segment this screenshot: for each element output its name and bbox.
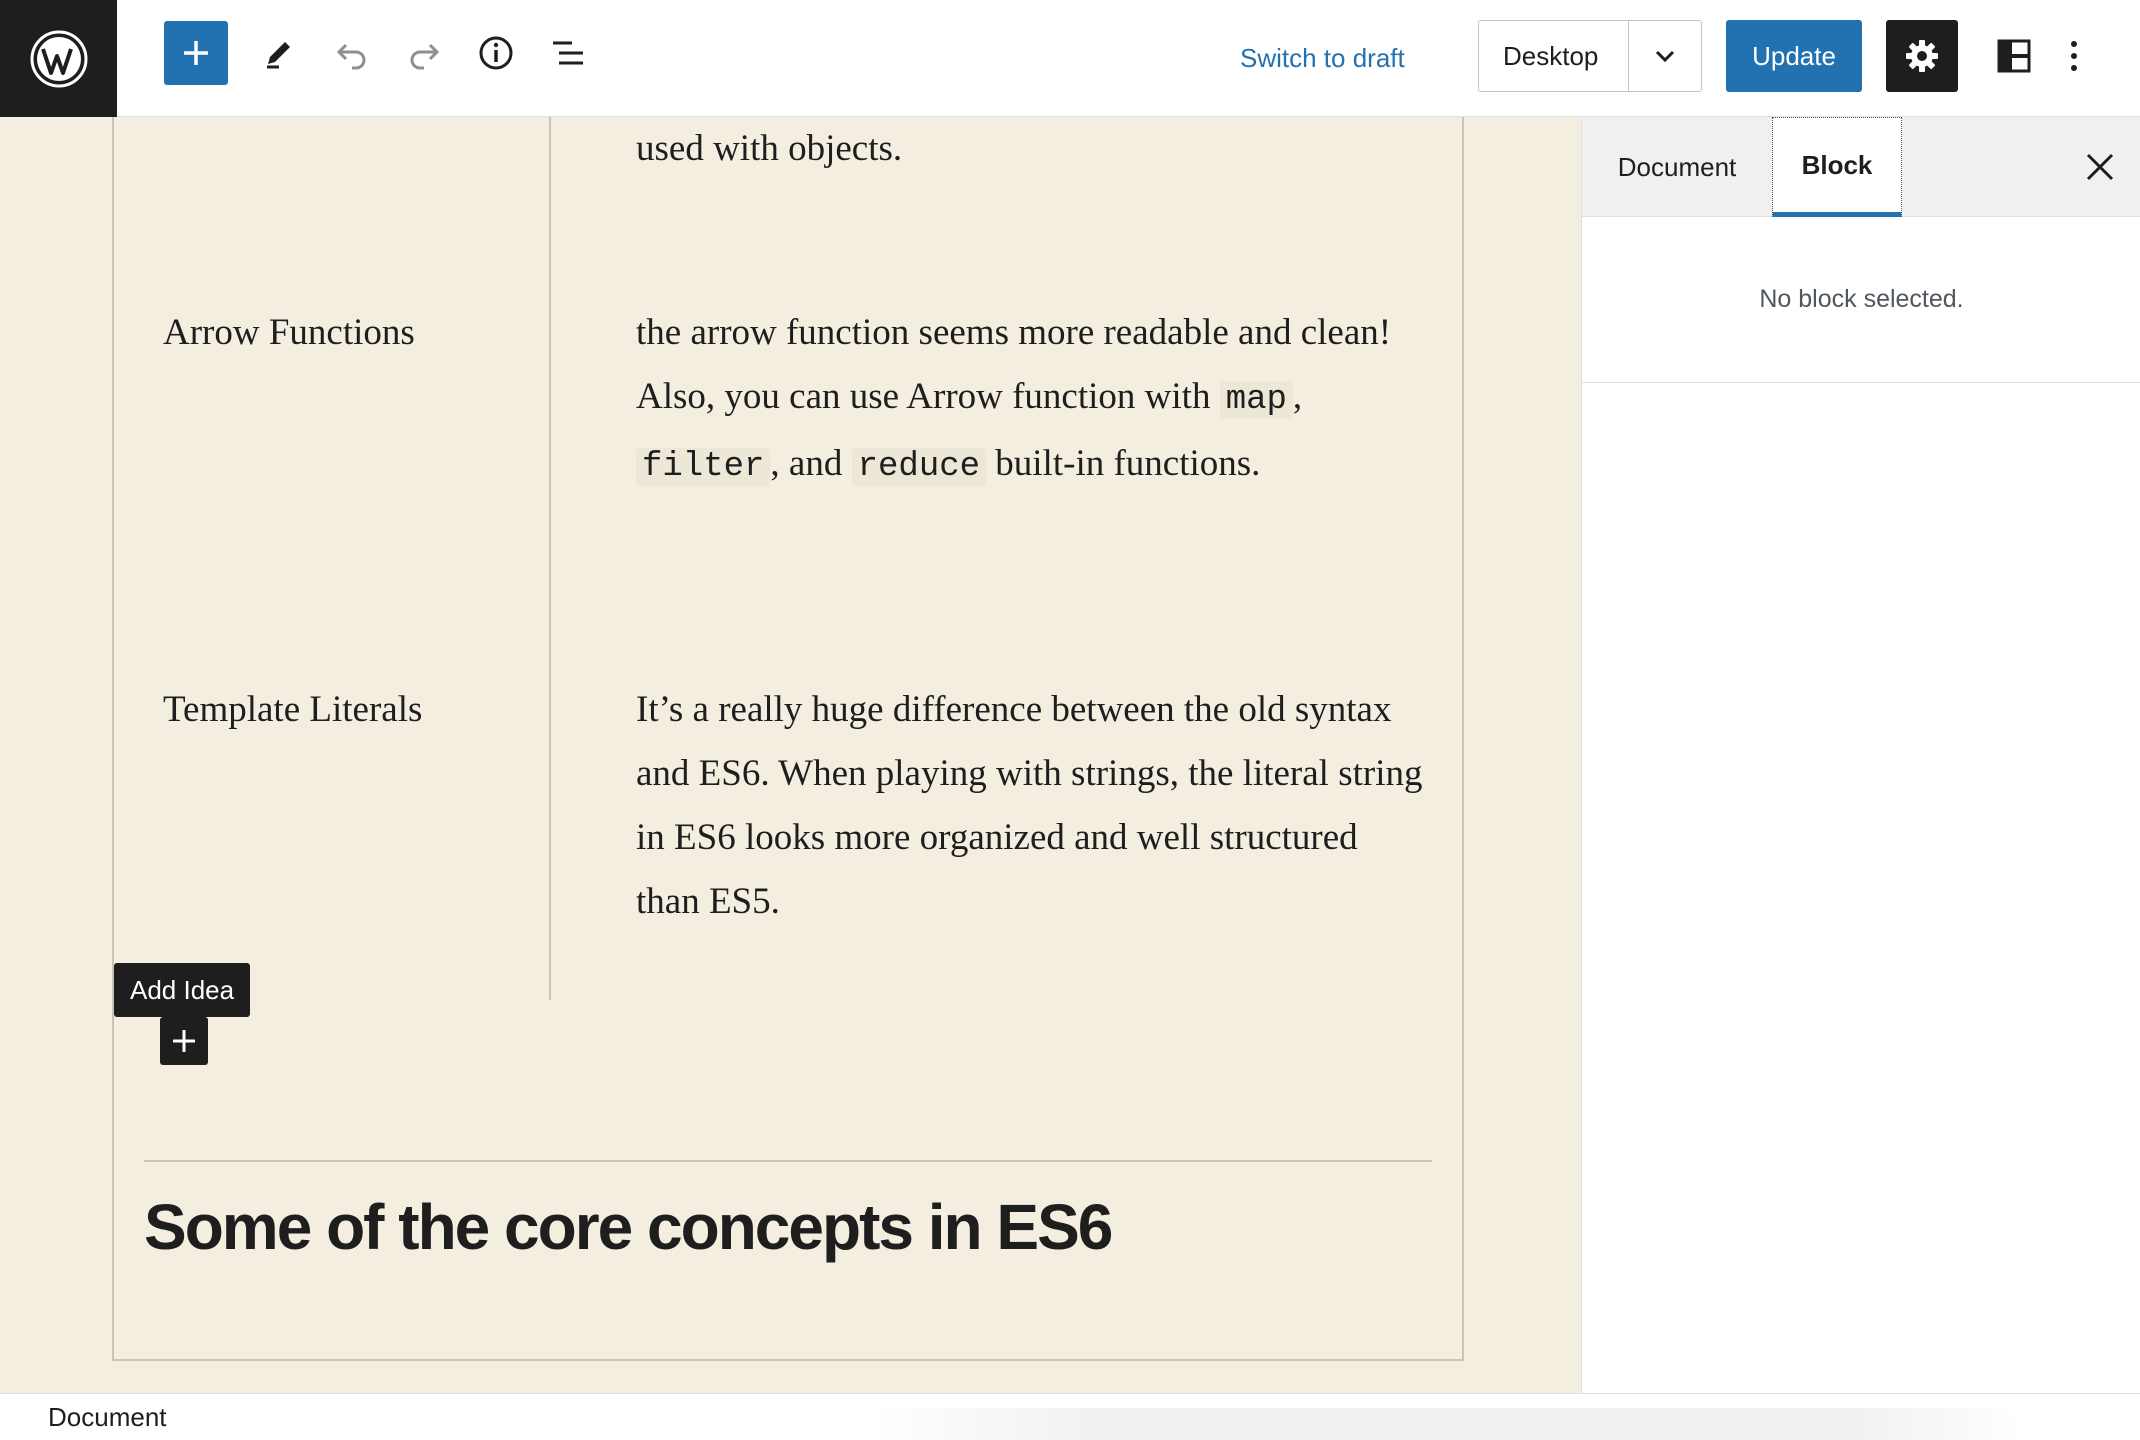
info-icon: [479, 36, 513, 70]
list-view-icon: [553, 41, 583, 65]
inline-code: filter: [636, 448, 771, 486]
redo-button[interactable]: [392, 21, 456, 85]
column-divider: [549, 117, 551, 1000]
separator-line: [144, 1160, 1432, 1162]
undo-icon: [336, 43, 366, 70]
tab-document[interactable]: Document: [1582, 117, 1772, 217]
section-heading[interactable]: Some of the core concepts in ES6: [144, 1182, 1113, 1272]
cell-text[interactable]: the arrow function seems more readable a…: [636, 301, 1426, 499]
sidebar-tabs: Document Block: [1582, 117, 2140, 217]
tools-button[interactable]: [247, 21, 311, 85]
update-button[interactable]: Update: [1726, 20, 1862, 92]
cell-text[interactable]: It’s a really huge difference between th…: [636, 678, 1426, 934]
tab-block[interactable]: Block: [1772, 117, 1902, 217]
redo-icon: [410, 43, 440, 70]
switch-to-draft-button[interactable]: Switch to draft: [1240, 38, 1405, 78]
more-options-button[interactable]: [2044, 24, 2104, 88]
breadcrumb[interactable]: Document: [48, 1394, 167, 1440]
add-idea-tooltip: Add Idea: [114, 963, 251, 1017]
more-vertical-icon: [2071, 41, 2077, 71]
gear-icon: [1906, 40, 1938, 72]
details-button[interactable]: [464, 21, 528, 85]
close-icon: [2086, 153, 2114, 181]
preview-dropdown[interactable]: Desktop: [1478, 20, 1702, 92]
cell-text[interactable]: used with objects.: [636, 117, 1426, 181]
chevron-down-icon: [1655, 50, 1675, 63]
close-sidebar-button[interactable]: [2076, 143, 2124, 191]
add-block-button[interactable]: [164, 21, 228, 85]
text-segment: , and: [770, 443, 852, 484]
editor-header: Switch to draft Desktop Update: [0, 0, 2140, 117]
plus-icon: [184, 41, 208, 65]
pencil-icon: [267, 42, 290, 69]
cell-label[interactable]: Template Literals: [163, 678, 422, 742]
text-segment: ,: [1292, 376, 1303, 417]
editor-canvas[interactable]: used with objects. Arrow Functions the a…: [0, 117, 1581, 1393]
inline-code: reduce: [851, 448, 987, 486]
preview-toggle[interactable]: [1629, 21, 1701, 91]
plus-icon: [173, 1030, 195, 1052]
footer-shadow: [870, 1408, 2020, 1440]
settings-sidebar: Document Block No block selected.: [1581, 117, 2140, 1393]
inline-code: map: [1219, 381, 1293, 419]
editor-footer: Document: [0, 1393, 2140, 1440]
layout-icon: [1997, 39, 2031, 73]
no-block-message: No block selected.: [1582, 217, 2140, 383]
list-view-button[interactable]: [536, 21, 600, 85]
preview-device-label[interactable]: Desktop: [1479, 21, 1629, 91]
layout-button[interactable]: [1982, 24, 2046, 88]
settings-button[interactable]: [1886, 20, 1958, 92]
text-segment: built-in functions.: [986, 443, 1261, 484]
cell-label[interactable]: Arrow Functions: [163, 301, 415, 365]
add-idea-button[interactable]: [160, 1017, 208, 1065]
undo-button[interactable]: [320, 21, 384, 85]
wordpress-logo-icon[interactable]: [0, 0, 117, 117]
